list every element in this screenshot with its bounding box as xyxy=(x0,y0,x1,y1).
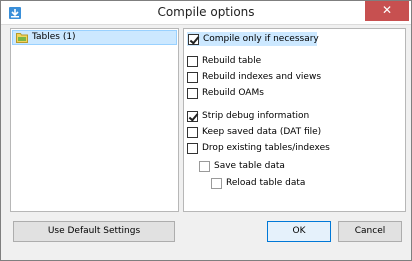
save-table-checkbox[interactable]: Save table data xyxy=(199,160,379,174)
strip-debug-label: Strip debug information xyxy=(202,111,310,121)
close-icon: ✕ xyxy=(381,3,393,17)
title-bar[interactable]: Compile options ✕ xyxy=(1,1,411,25)
checkbox-checked-icon xyxy=(187,111,198,122)
options-panel: Compile only if necessary Rebuild table … xyxy=(183,28,406,212)
keep-saved-checkbox[interactable]: Keep saved data (DAT file) xyxy=(187,126,367,140)
strip-debug-checkbox[interactable]: Strip debug information xyxy=(187,110,367,124)
compile-only-checkbox[interactable]: Compile only if necessary xyxy=(187,32,319,46)
compile-only-label: Compile only if necessary xyxy=(203,34,319,44)
close-button[interactable]: ✕ xyxy=(365,1,409,21)
rebuild-oams-checkbox[interactable]: Rebuild OAMs xyxy=(187,87,367,101)
checkbox-unchecked-icon xyxy=(187,127,198,138)
folder-icon xyxy=(16,33,28,43)
keep-saved-label: Keep saved data (DAT file) xyxy=(202,127,322,137)
rebuild-oams-label: Rebuild OAMs xyxy=(202,88,264,98)
ok-button[interactable]: OK xyxy=(267,221,331,242)
rebuild-table-label: Rebuild table xyxy=(202,56,262,66)
drop-existing-label: Drop existing tables/indexes xyxy=(202,143,330,153)
checkbox-unchecked-icon xyxy=(187,143,198,154)
rebuild-table-checkbox[interactable]: Rebuild table xyxy=(187,55,367,69)
tree-item-tables[interactable]: Tables (1) xyxy=(12,30,177,45)
reload-table-checkbox[interactable]: Reload table data xyxy=(211,177,391,191)
cancel-button[interactable]: Cancel xyxy=(338,221,402,242)
checkbox-checked-icon xyxy=(188,34,199,45)
rebuild-indexes-label: Rebuild indexes and views xyxy=(202,72,322,82)
checkbox-unchecked-icon xyxy=(187,72,198,83)
tree-panel[interactable]: Tables (1) xyxy=(10,28,179,212)
checkbox-unchecked-icon xyxy=(187,56,198,67)
rebuild-indexes-checkbox[interactable]: Rebuild indexes and views xyxy=(187,71,367,85)
tree-item-label: Tables (1) xyxy=(32,32,76,42)
window-title: Compile options xyxy=(157,5,255,19)
checkbox-unchecked-icon xyxy=(187,88,198,99)
compile-options-dialog: Compile options ✕ Tables (1) Compile onl… xyxy=(0,0,412,261)
checkbox-unchecked-icon xyxy=(199,161,210,172)
drop-existing-checkbox[interactable]: Drop existing tables/indexes xyxy=(187,142,367,156)
reload-table-label: Reload table data xyxy=(226,178,306,188)
use-default-settings-button[interactable]: Use Default Settings xyxy=(13,221,175,242)
save-table-label: Save table data xyxy=(214,161,285,171)
checkbox-unchecked-icon xyxy=(211,178,222,189)
